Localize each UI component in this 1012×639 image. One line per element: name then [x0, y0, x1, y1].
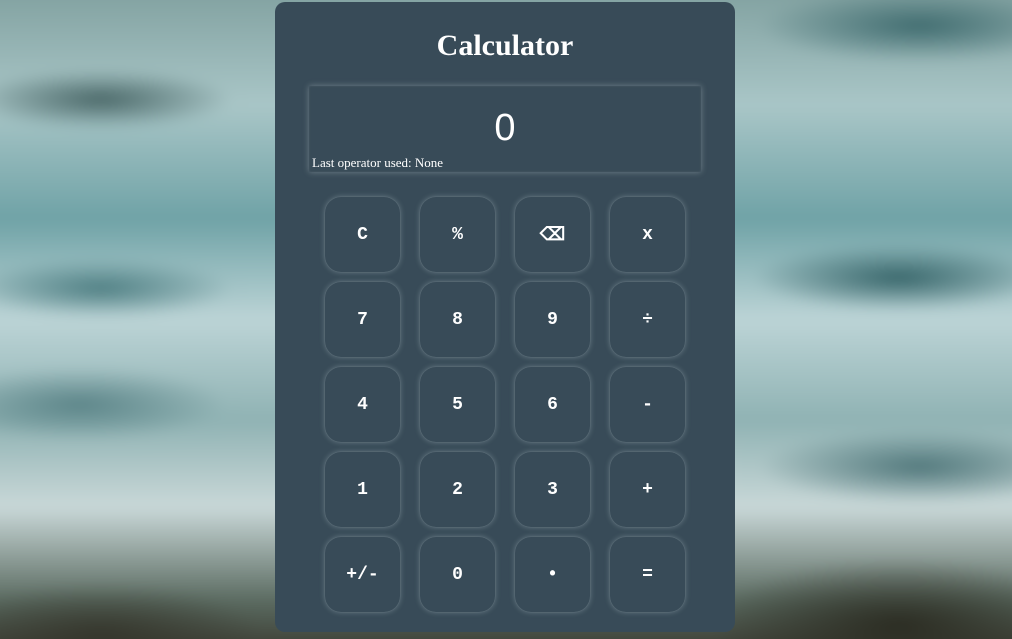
digit-0-button[interactable]: 0 — [420, 537, 495, 612]
calculator-display: 0 Last operator used: None — [309, 86, 701, 172]
digit-8-button[interactable]: 8 — [420, 282, 495, 357]
display-value: 0 — [494, 107, 516, 149]
keypad: C % ⌫ x 7 8 9 ÷ 4 5 6 - 1 2 3 + +/- 0 • … — [325, 197, 685, 617]
digit-9-button[interactable]: 9 — [515, 282, 590, 357]
calculator-panel: Calculator 0 Last operator used: None C … — [275, 2, 735, 632]
equals-button[interactable]: = — [610, 537, 685, 612]
divide-button[interactable]: ÷ — [610, 282, 685, 357]
last-operator-status: Last operator used: None — [312, 155, 444, 170]
subtract-button[interactable]: - — [610, 367, 685, 442]
decimal-button[interactable]: • — [515, 537, 590, 612]
digit-4-button[interactable]: 4 — [325, 367, 400, 442]
negate-button[interactable]: +/- — [325, 537, 400, 612]
digit-3-button[interactable]: 3 — [515, 452, 590, 527]
digit-6-button[interactable]: 6 — [515, 367, 590, 442]
digit-1-button[interactable]: 1 — [325, 452, 400, 527]
calculator-title: Calculator — [436, 29, 574, 62]
digit-7-button[interactable]: 7 — [325, 282, 400, 357]
add-button[interactable]: + — [610, 452, 685, 527]
multiply-button[interactable]: x — [610, 197, 685, 272]
percent-button[interactable]: % — [420, 197, 495, 272]
backspace-button[interactable]: ⌫ — [515, 197, 590, 272]
clear-button[interactable]: C — [325, 197, 400, 272]
digit-5-button[interactable]: 5 — [420, 367, 495, 442]
digit-2-button[interactable]: 2 — [420, 452, 495, 527]
